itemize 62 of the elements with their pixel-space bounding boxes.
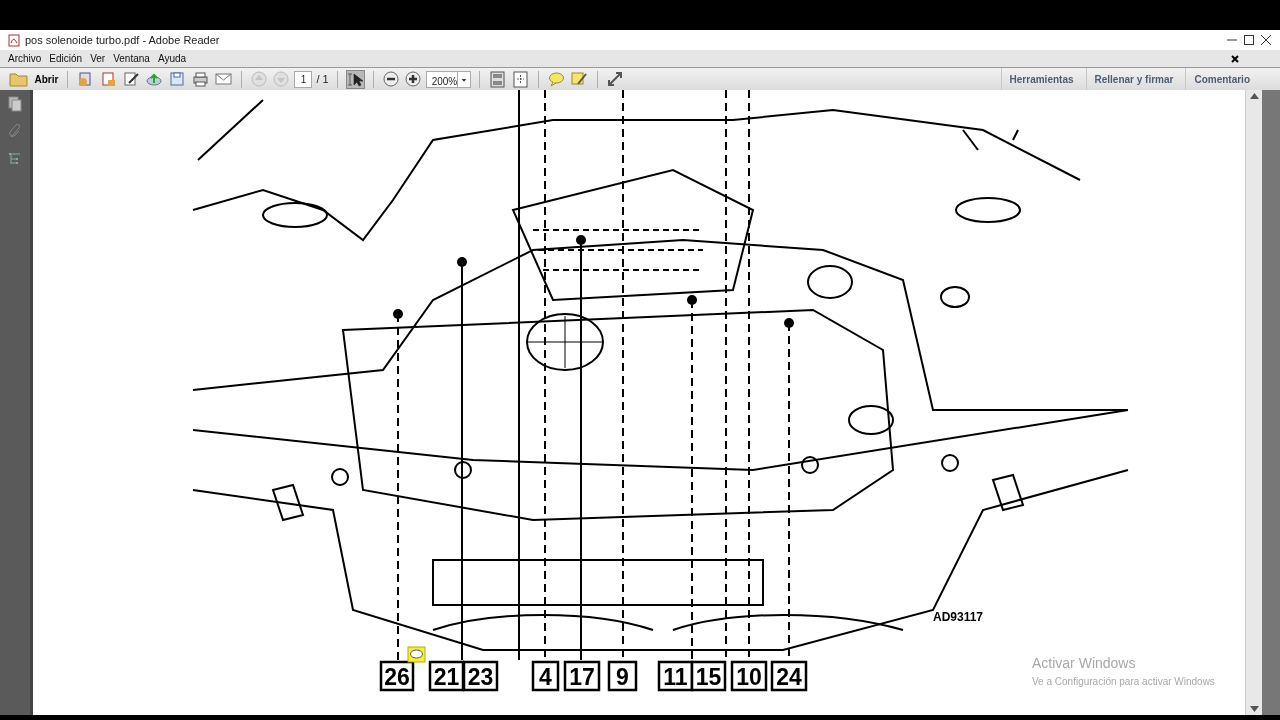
window-title: pos solenoide turbo.pdf - Adobe Reader [25, 32, 220, 48]
callout-label: 26 [379, 660, 415, 692]
print-button[interactable] [191, 70, 211, 88]
print-icon [192, 71, 210, 87]
menu-item[interactable]: Edición [45, 51, 87, 66]
callout-label: 11 [657, 660, 694, 692]
previous-page-icon [251, 71, 268, 87]
bookmarks-tree-icon[interactable] [8, 152, 22, 166]
callout-label: 24 [770, 660, 808, 692]
full-screen-icon [606, 71, 623, 87]
pages-icon[interactable] [8, 96, 22, 112]
email-button[interactable] [214, 70, 234, 88]
close-document-button[interactable] [1230, 53, 1240, 64]
zoom-in-icon [404, 71, 421, 87]
close-icon [1261, 35, 1271, 45]
scroll-up-icon[interactable] [1249, 93, 1259, 99]
menu-item[interactable]: Ver [86, 51, 110, 66]
fit-page-icon [488, 70, 506, 88]
callout-label: 15 [690, 660, 727, 692]
callout-label: 4 [531, 660, 560, 692]
menu-item[interactable]: Archivo [4, 51, 46, 66]
callout-label: 23 [462, 660, 499, 692]
callout-label: 17 [563, 660, 601, 692]
select-tool-button[interactable] [345, 69, 365, 89]
save-icon [169, 71, 187, 87]
pdf-file-icon [8, 33, 20, 47]
document-export-icon [100, 71, 118, 87]
callout-label: 10 [730, 660, 768, 692]
comment-note-icon [407, 646, 426, 663]
diagram-code: AD93117 [933, 610, 984, 624]
callout-label: 21 [428, 660, 465, 692]
highlight-text-button[interactable] [569, 70, 589, 88]
scroll-down-icon[interactable] [1249, 706, 1259, 712]
highlight-text-icon [570, 71, 588, 87]
next-page-icon [273, 71, 290, 87]
maximize-icon [1244, 35, 1254, 45]
zoom-out-button[interactable] [381, 70, 400, 88]
activation-title: Activar Windows [1032, 654, 1137, 673]
paperclip-icon[interactable] [8, 124, 22, 140]
edit-document-button[interactable] [122, 70, 142, 88]
fit-page-button[interactable] [487, 69, 507, 89]
zoom-in-button[interactable] [403, 70, 422, 88]
menu-item[interactable]: Ventana [109, 51, 154, 66]
edit-document-icon [123, 71, 141, 87]
close-button[interactable] [1260, 34, 1272, 46]
cloud-upload-icon [146, 71, 164, 87]
maximize-button[interactable] [1243, 34, 1255, 46]
callout-label: 9 [607, 660, 638, 692]
zoom-out-icon [382, 71, 399, 87]
close-document-icon [1231, 54, 1239, 63]
page-number-field[interactable]: 1 [294, 70, 313, 88]
email-icon [215, 71, 233, 87]
full-screen-button[interactable] [605, 70, 624, 88]
page-count: / 1 [316, 71, 329, 87]
menu-item[interactable]: Ayuda [153, 51, 191, 66]
fit-width-button[interactable] [510, 69, 530, 89]
comment-icon [547, 71, 565, 87]
activation-text: Ve a Configuración para activar Windows [1032, 675, 1215, 689]
select-tool-icon [347, 71, 363, 87]
fit-width-icon [511, 70, 529, 88]
open-button[interactable]: Abrir [8, 70, 60, 88]
folder-icon [9, 71, 29, 87]
